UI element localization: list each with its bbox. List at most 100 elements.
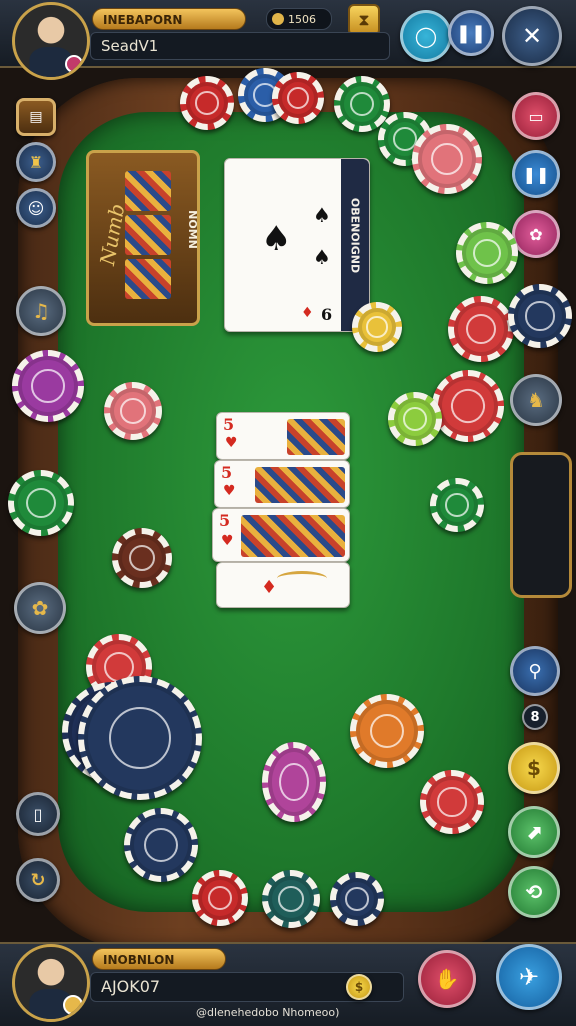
dealer-card-rank: 6: [321, 305, 333, 324]
left-lock-button[interactable]: ▯: [16, 792, 60, 836]
right-shop-button[interactable]: ▭: [512, 92, 560, 140]
left-profile-button[interactable]: ☺: [16, 188, 56, 228]
top-coin-counter: 1506: [266, 8, 332, 30]
pause-icon: ❚❚: [522, 164, 550, 184]
heart-icon: ♥: [221, 533, 234, 549]
emote-icon: ✿: [529, 224, 543, 244]
card-side-text: OBENOIGND: [348, 197, 362, 274]
slot-card-panel[interactable]: Numb NOMN: [86, 150, 200, 326]
search-icon: ⚲: [528, 660, 542, 682]
gift-icon: ✿: [31, 596, 49, 620]
chip-navy[interactable]: [124, 808, 198, 882]
right-bonus-button[interactable]: ♞: [510, 374, 562, 426]
bottom-player-avatar[interactable]: [12, 944, 90, 1022]
right-emote-button[interactable]: ✿: [512, 210, 560, 258]
hand-card-4[interactable]: ♦: [216, 562, 350, 608]
bell-icon: ♫: [32, 299, 50, 323]
raise-icon: ⬈: [525, 820, 543, 844]
chip-pink[interactable]: [412, 124, 482, 194]
chip-lime[interactable]: [456, 222, 518, 284]
hand-card-2[interactable]: 5 ♥: [214, 460, 350, 508]
left-gift-button[interactable]: ✿: [14, 582, 66, 634]
left-bell-button[interactable]: ♫: [16, 286, 66, 336]
chip-red[interactable]: [448, 296, 514, 362]
chip-green[interactable]: [430, 478, 484, 532]
profile-icon: ☺: [27, 198, 45, 218]
close-button[interactable]: ✕: [502, 6, 562, 66]
chat-icon: ◯: [414, 24, 438, 48]
close-icon: ✕: [521, 22, 543, 50]
bet-button[interactable]: ✈: [496, 944, 562, 1010]
right-raise-button[interactable]: ⬈: [508, 806, 560, 858]
hand-card-3[interactable]: 5 ♥: [212, 508, 350, 562]
card-rank: 5: [223, 415, 235, 434]
chip-navy[interactable]: [330, 872, 384, 926]
slot-face-2: [125, 215, 171, 255]
dealer-card[interactable]: OBENOIGND ♠ ♠ ♠ ♦ 6: [224, 158, 370, 332]
coin-icon: $: [354, 980, 364, 994]
fold-icon: ✋: [434, 967, 460, 991]
footer-text: @dlenehedobo Nhomeoo): [196, 1006, 340, 1019]
small-spade-icon: ♠: [313, 203, 331, 227]
left-menu-button[interactable]: ▤: [16, 98, 56, 136]
diamond-icon: ♦: [261, 577, 278, 598]
slot-face-1: [125, 171, 171, 211]
chip-navy-stack[interactable]: [78, 676, 202, 800]
right-call-button[interactable]: ⟲: [508, 866, 560, 918]
card-gold-flourish: [277, 571, 327, 586]
chip-purple[interactable]: [262, 742, 326, 822]
heart-icon: ♥: [223, 483, 236, 499]
chip-pink[interactable]: [104, 382, 162, 440]
coin-value: 1506: [288, 12, 316, 26]
chip-orange[interactable]: [350, 694, 424, 768]
top-status-bar: SeadV1: [90, 32, 390, 60]
right-slot-panel: [510, 452, 572, 598]
badge-icon: [65, 55, 83, 73]
chip-purple-stack[interactable]: [12, 350, 84, 422]
right-count-badge: 8: [522, 704, 548, 730]
slot-card-label: NOMN: [185, 210, 199, 249]
card-face-art: [241, 515, 345, 557]
slot-face-3: [125, 259, 171, 299]
refresh-icon: ↻: [30, 869, 46, 891]
chip-navy[interactable]: [508, 284, 572, 348]
fold-button[interactable]: ✋: [418, 950, 476, 1008]
heart-icon: ♥: [225, 435, 238, 451]
pause-button[interactable]: ❚❚: [448, 10, 494, 56]
top-player-avatar[interactable]: [12, 2, 90, 80]
right-search-button[interactable]: ⚲: [510, 646, 560, 696]
diamond-icon: ♦: [301, 305, 314, 321]
left-refresh-button[interactable]: ↻: [16, 858, 60, 902]
coin-icon: $: [527, 756, 541, 780]
count-badge-text: 8: [530, 709, 540, 725]
left-trophy-button[interactable]: ♜: [16, 142, 56, 182]
right-pause-button[interactable]: ❚❚: [512, 150, 560, 198]
top-player-name: INEBAPORN: [92, 8, 246, 30]
bottom-coin-button[interactable]: $: [346, 974, 372, 1000]
right-coin-button[interactable]: $: [508, 742, 560, 794]
hourglass-icon: ⧗: [358, 10, 370, 29]
chip-red[interactable]: [272, 72, 324, 124]
chip-red[interactable]: [180, 76, 234, 130]
chip-red[interactable]: [192, 870, 248, 926]
card-rank: 5: [221, 463, 233, 482]
hand-card-1[interactable]: 5 ♥: [216, 412, 350, 460]
badge-icon: [63, 995, 83, 1015]
bonus-icon: ♞: [527, 388, 545, 412]
pause-icon: ❚❚: [455, 22, 487, 44]
coin-icon: [272, 13, 284, 25]
chip-red[interactable]: [420, 770, 484, 834]
menu-icon: ▤: [29, 109, 43, 125]
shop-icon: ▭: [528, 106, 544, 126]
lock-icon: ▯: [33, 804, 43, 824]
chip-teal[interactable]: [262, 870, 320, 928]
card-face-art: [287, 419, 345, 455]
chip-brown[interactable]: [112, 528, 172, 588]
bet-icon: ✈: [518, 963, 540, 991]
chip-yellow[interactable]: [352, 302, 402, 352]
chip-green-stack[interactable]: [8, 470, 74, 536]
chat-button[interactable]: ◯: [400, 10, 452, 62]
chip-lime[interactable]: [388, 392, 442, 446]
bottom-player-name: INOBNLON: [92, 948, 226, 970]
call-icon: ⟲: [525, 880, 543, 904]
